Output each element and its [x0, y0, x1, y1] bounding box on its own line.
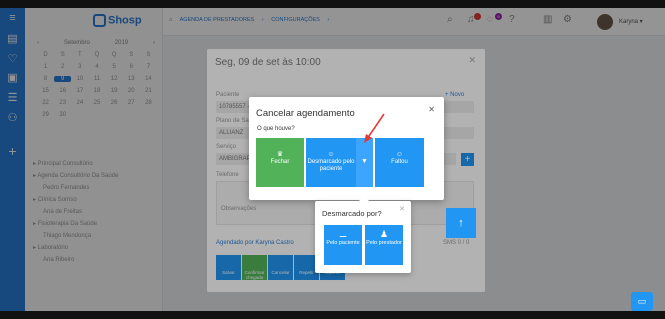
app-frame: ≡ ▤ ♡ ▣ ☰ ⚇ + Shosp ‹ Setembro 2019 › DS… — [0, 8, 665, 311]
caret-down-icon: ▼ — [361, 158, 368, 165]
popover-title: Desmarcado por? — [322, 209, 382, 218]
chat-button[interactable]: ▭ — [631, 292, 653, 311]
user-minus-icon: ⚊ — [338, 229, 348, 239]
smile-icon: ☺ — [327, 151, 335, 158]
by-provider-button[interactable]: ♟ Pelo prestador — [365, 225, 403, 265]
cancelled-by-popover: Desmarcado por? ✕ ⚊ Pelo paciente ♟ Pelo… — [315, 196, 411, 273]
scroll-up-button[interactable]: ↑ — [446, 208, 476, 238]
bell-icon: ♛ — [276, 151, 284, 158]
popover-pointer — [359, 196, 369, 201]
annotation-arrow — [364, 113, 385, 143]
by-patient-button[interactable]: ⚊ Pelo paciente — [324, 225, 362, 265]
chat-icon: ▭ — [637, 296, 647, 306]
smile-icon: ☺ — [395, 151, 404, 158]
user-icon: ♟ — [379, 229, 389, 239]
dialog-question: O que houve? — [257, 126, 295, 132]
cancelled-by-dropdown-toggle[interactable]: ▼ — [356, 138, 373, 187]
close-icon[interactable]: ✕ — [399, 205, 405, 213]
dialog-title: Cancelar agendamento — [256, 108, 355, 119]
close-appointment-button[interactable]: ♛ Fechar — [256, 138, 304, 187]
cancelled-by-patient-button[interactable]: ☺ Desmarcado pelo paciente — [306, 138, 356, 187]
cancel-appointment-dialog: Cancelar agendamento ✕ O que houve? ♛ Fe… — [249, 97, 444, 200]
no-show-button[interactable]: ☺ Faltou — [375, 138, 424, 187]
close-icon[interactable]: ✕ — [428, 105, 435, 114]
